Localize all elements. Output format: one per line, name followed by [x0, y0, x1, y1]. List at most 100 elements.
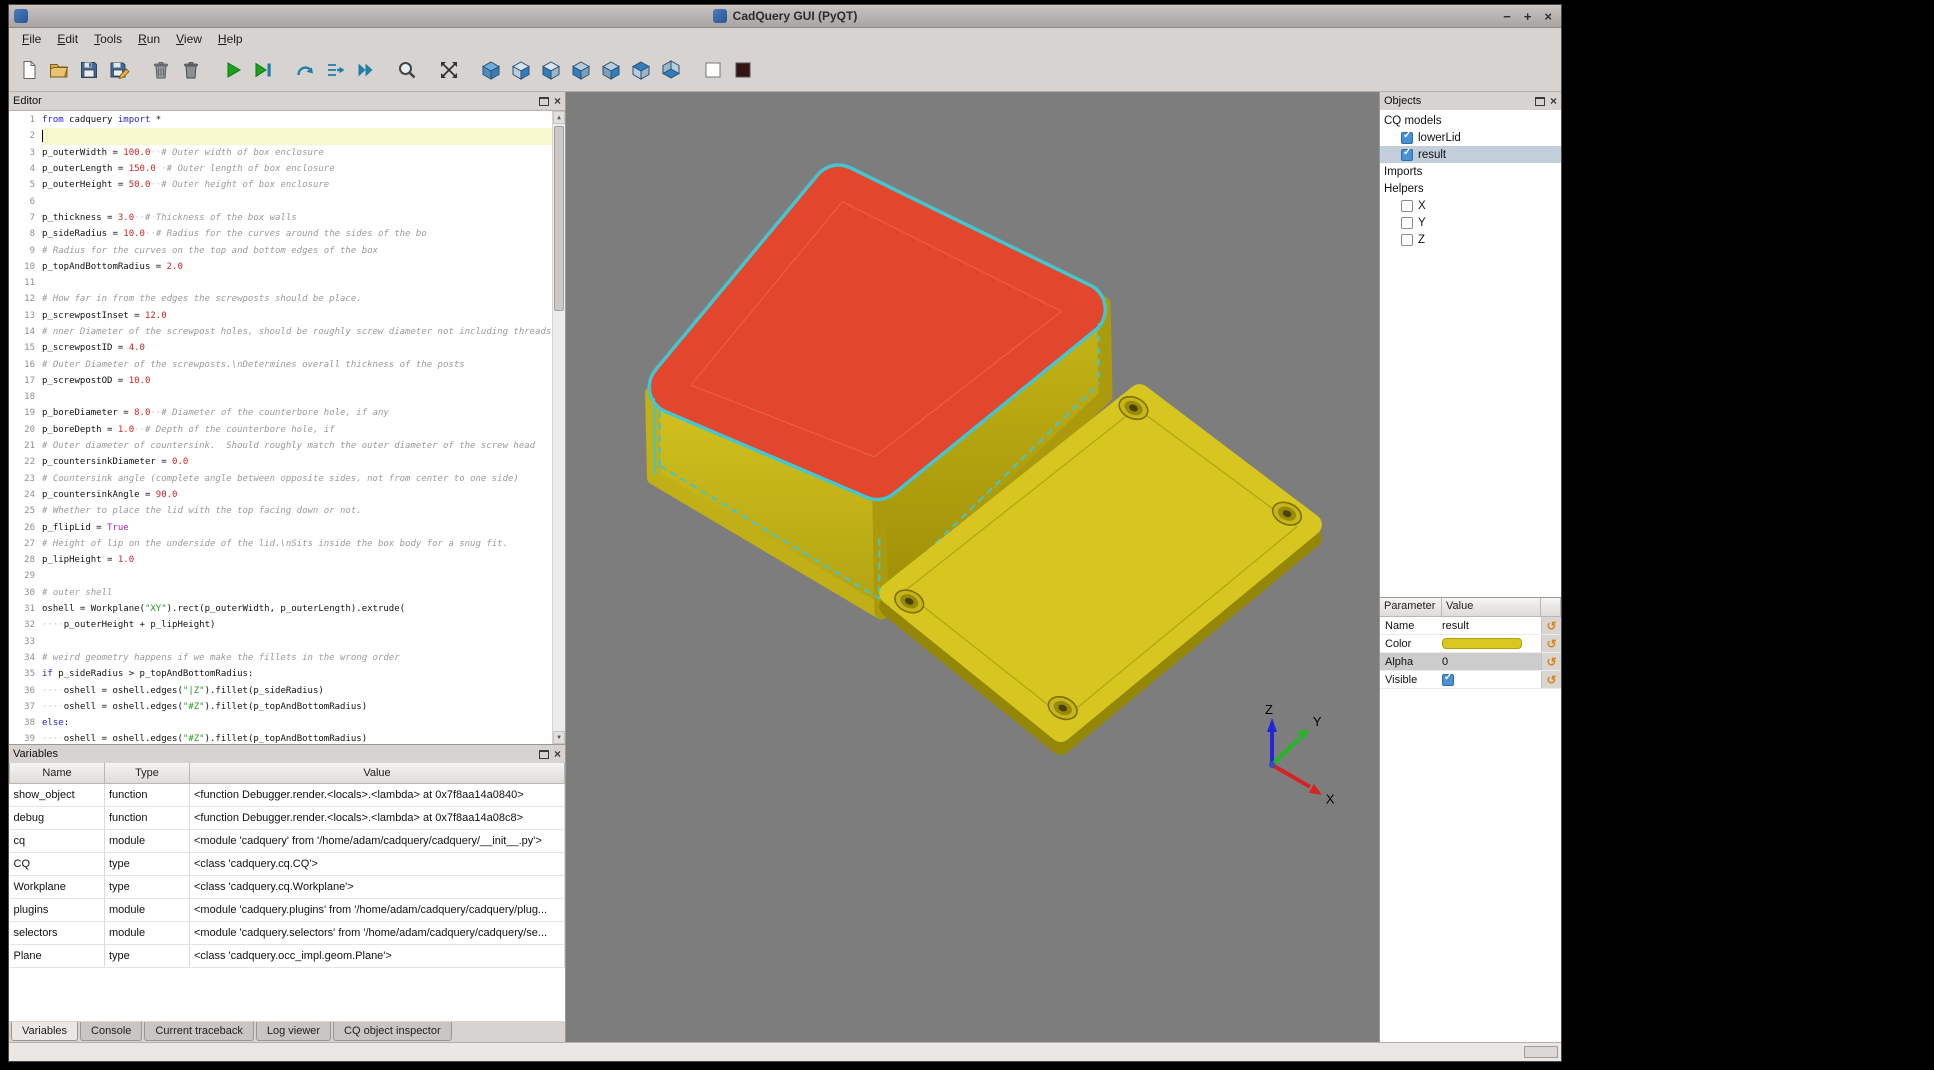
minimize-button[interactable]: − [1503, 9, 1511, 24]
checkbox[interactable] [1401, 217, 1413, 229]
close-panel-icon[interactable]: × [554, 749, 561, 759]
variable-row[interactable]: cqmodule<module 'cadquery' from '/home/a… [10, 829, 565, 852]
code-line-37[interactable]: 37····oshell = oshell.edges("#Z").fillet… [9, 699, 552, 715]
back-view-button[interactable] [537, 57, 564, 84]
left-view-button[interactable] [567, 57, 594, 84]
code-line-23[interactable]: 23# Countersink angle (complete angle be… [9, 471, 552, 487]
code-line-11[interactable]: 11 [9, 275, 552, 291]
code-line-2[interactable]: 2 [9, 128, 552, 144]
resize-grip[interactable] [1524, 1046, 1558, 1058]
maximize-button[interactable]: + [1524, 9, 1532, 24]
checkbox[interactable] [1401, 234, 1413, 246]
code-line-32[interactable]: 32····p_outerHeight + p_lipHeight) [9, 617, 552, 633]
reset-icon[interactable]: ↺ [1546, 656, 1556, 668]
code-line-25[interactable]: 25# Whether to place the lid with the to… [9, 503, 552, 519]
menu-edit[interactable]: Edit [49, 30, 86, 48]
code-line-21[interactable]: 21# Outer diameter of countersink. Shoul… [9, 438, 552, 454]
code-line-10[interactable]: 10p_topAndBottomRadius = 2.0 [9, 259, 552, 275]
bottom-view-button[interactable] [657, 57, 684, 84]
code-line-28[interactable]: 28p_lipHeight = 1.0 [9, 552, 552, 568]
code-line-33[interactable]: 33 [9, 634, 552, 650]
checkbox[interactable] [1401, 200, 1413, 212]
param-row-alpha[interactable]: Alpha0↺ [1380, 653, 1561, 671]
scroll-down-button[interactable] [553, 731, 565, 744]
variable-row[interactable]: selectorsmodule<module 'cadquery.selecto… [10, 921, 565, 944]
code-line-22[interactable]: 22p_countersinkDiameter = 0.0 [9, 454, 552, 470]
reset-icon[interactable]: ↺ [1546, 674, 1556, 686]
code-line-38[interactable]: 38else: [9, 715, 552, 731]
float-panel-icon[interactable] [539, 750, 549, 759]
iso-view-button[interactable] [477, 57, 504, 84]
dark-background-button[interactable] [729, 57, 756, 84]
new-file-button[interactable] [15, 57, 42, 84]
code-line-27[interactable]: 27# Height of lip on the underside of th… [9, 536, 552, 552]
param-row-name[interactable]: Nameresult↺ [1380, 617, 1561, 635]
code-editor[interactable]: 1from cadquery import *23p_outerWidth = … [9, 110, 565, 744]
run-button[interactable] [219, 57, 246, 84]
save-as-button[interactable] [105, 57, 132, 84]
code-line-30[interactable]: 30# outer shell [9, 585, 552, 601]
column-header-name[interactable]: Name [10, 763, 105, 783]
variable-row[interactable]: pluginsmodule<module 'cadquery.plugins' … [10, 898, 565, 921]
code-line-13[interactable]: 13p_screwpostInset = 12.0 [9, 308, 552, 324]
close-panel-icon[interactable]: × [1550, 96, 1557, 106]
step-into-button[interactable] [321, 57, 348, 84]
reset-icon[interactable]: ↺ [1546, 638, 1556, 650]
tree-item-lowerlid[interactable]: lowerLid [1380, 129, 1561, 146]
editor-scrollbar[interactable] [552, 111, 565, 744]
variable-row[interactable]: CQtype<class 'cadquery.cq.CQ'> [10, 852, 565, 875]
trash-button[interactable] [177, 57, 204, 84]
tree-item-result[interactable]: result [1380, 146, 1561, 163]
tab-log-viewer[interactable]: Log viewer [256, 1022, 331, 1041]
code-line-16[interactable]: 16# Outer Diameter of the screwposts.\nD… [9, 356, 552, 372]
variable-row[interactable]: show_objectfunction<function Debugger.re… [10, 783, 565, 806]
code-line-9[interactable]: 9# Radius for the curves on the top and … [9, 242, 552, 258]
menu-help[interactable]: Help [210, 30, 251, 48]
code-line-20[interactable]: 20p_boreDepth = 1.0··# Depth of the coun… [9, 422, 552, 438]
checkbox[interactable] [1401, 132, 1413, 144]
step-over-button[interactable] [291, 57, 318, 84]
param-row-color[interactable]: Color↺ [1380, 635, 1561, 653]
tab-current-traceback[interactable]: Current traceback [144, 1022, 253, 1041]
close-panel-icon[interactable]: × [554, 96, 561, 106]
float-panel-icon[interactable] [539, 97, 549, 106]
delete-button[interactable] [147, 57, 174, 84]
tree-group-imports[interactable]: Imports [1380, 163, 1561, 180]
scrollbar-thumb[interactable] [554, 126, 564, 311]
menu-file[interactable]: File [14, 30, 49, 48]
code-line-14[interactable]: 14# nner Diameter of the screwpost holes… [9, 324, 552, 340]
debug-button[interactable] [249, 57, 276, 84]
code-line-18[interactable]: 18 [9, 389, 552, 405]
close-button[interactable]: × [1544, 9, 1552, 24]
variable-row[interactable]: Planetype<class 'cadquery.occ_impl.geom.… [10, 944, 565, 967]
code-line-7[interactable]: 7p_thickness = 3.0··# Thickness of the b… [9, 210, 552, 226]
viewport-3d[interactable]: Z Y X [566, 92, 1379, 1042]
reset-icon[interactable]: ↺ [1546, 620, 1556, 632]
code-line-1[interactable]: 1from cadquery import * [9, 112, 552, 128]
tree-group-cq-models[interactable]: CQ models [1380, 112, 1561, 129]
code-line-12[interactable]: 12# How far in from the edges the screwp… [9, 291, 552, 307]
variable-row[interactable]: debugfunction<function Debugger.render.<… [10, 806, 565, 829]
code-line-3[interactable]: 3p_outerWidth = 100.0··# Outer width of … [9, 145, 552, 161]
menu-tools[interactable]: Tools [86, 30, 130, 48]
tree-item-x[interactable]: X [1380, 197, 1561, 214]
tree-group-helpers[interactable]: Helpers [1380, 180, 1561, 197]
top-view-button[interactable] [627, 57, 654, 84]
right-view-button[interactable] [597, 57, 624, 84]
continue-button[interactable] [351, 57, 378, 84]
tab-console[interactable]: Console [80, 1022, 142, 1041]
code-line-35[interactable]: 35if p_sideRadius > p_topAndBottomRadius… [9, 666, 552, 682]
code-line-26[interactable]: 26p_flipLid = True [9, 519, 552, 535]
open-file-button[interactable] [45, 57, 72, 84]
code-line-15[interactable]: 15p_screwpostID = 4.0 [9, 340, 552, 356]
code-line-6[interactable]: 6 [9, 193, 552, 209]
menu-view[interactable]: View [168, 30, 210, 48]
tab-cq-object-inspector[interactable]: CQ object inspector [333, 1022, 452, 1041]
menu-run[interactable]: Run [130, 30, 168, 48]
column-header-value[interactable]: Value [190, 763, 565, 783]
tree-item-y[interactable]: Y [1380, 214, 1561, 231]
viewport-canvas[interactable]: Z Y X [566, 92, 1379, 1042]
checkbox[interactable] [1442, 674, 1454, 686]
code-line-34[interactable]: 34# weird geometry happens if we make th… [9, 650, 552, 666]
fit-view-button[interactable] [435, 57, 462, 84]
